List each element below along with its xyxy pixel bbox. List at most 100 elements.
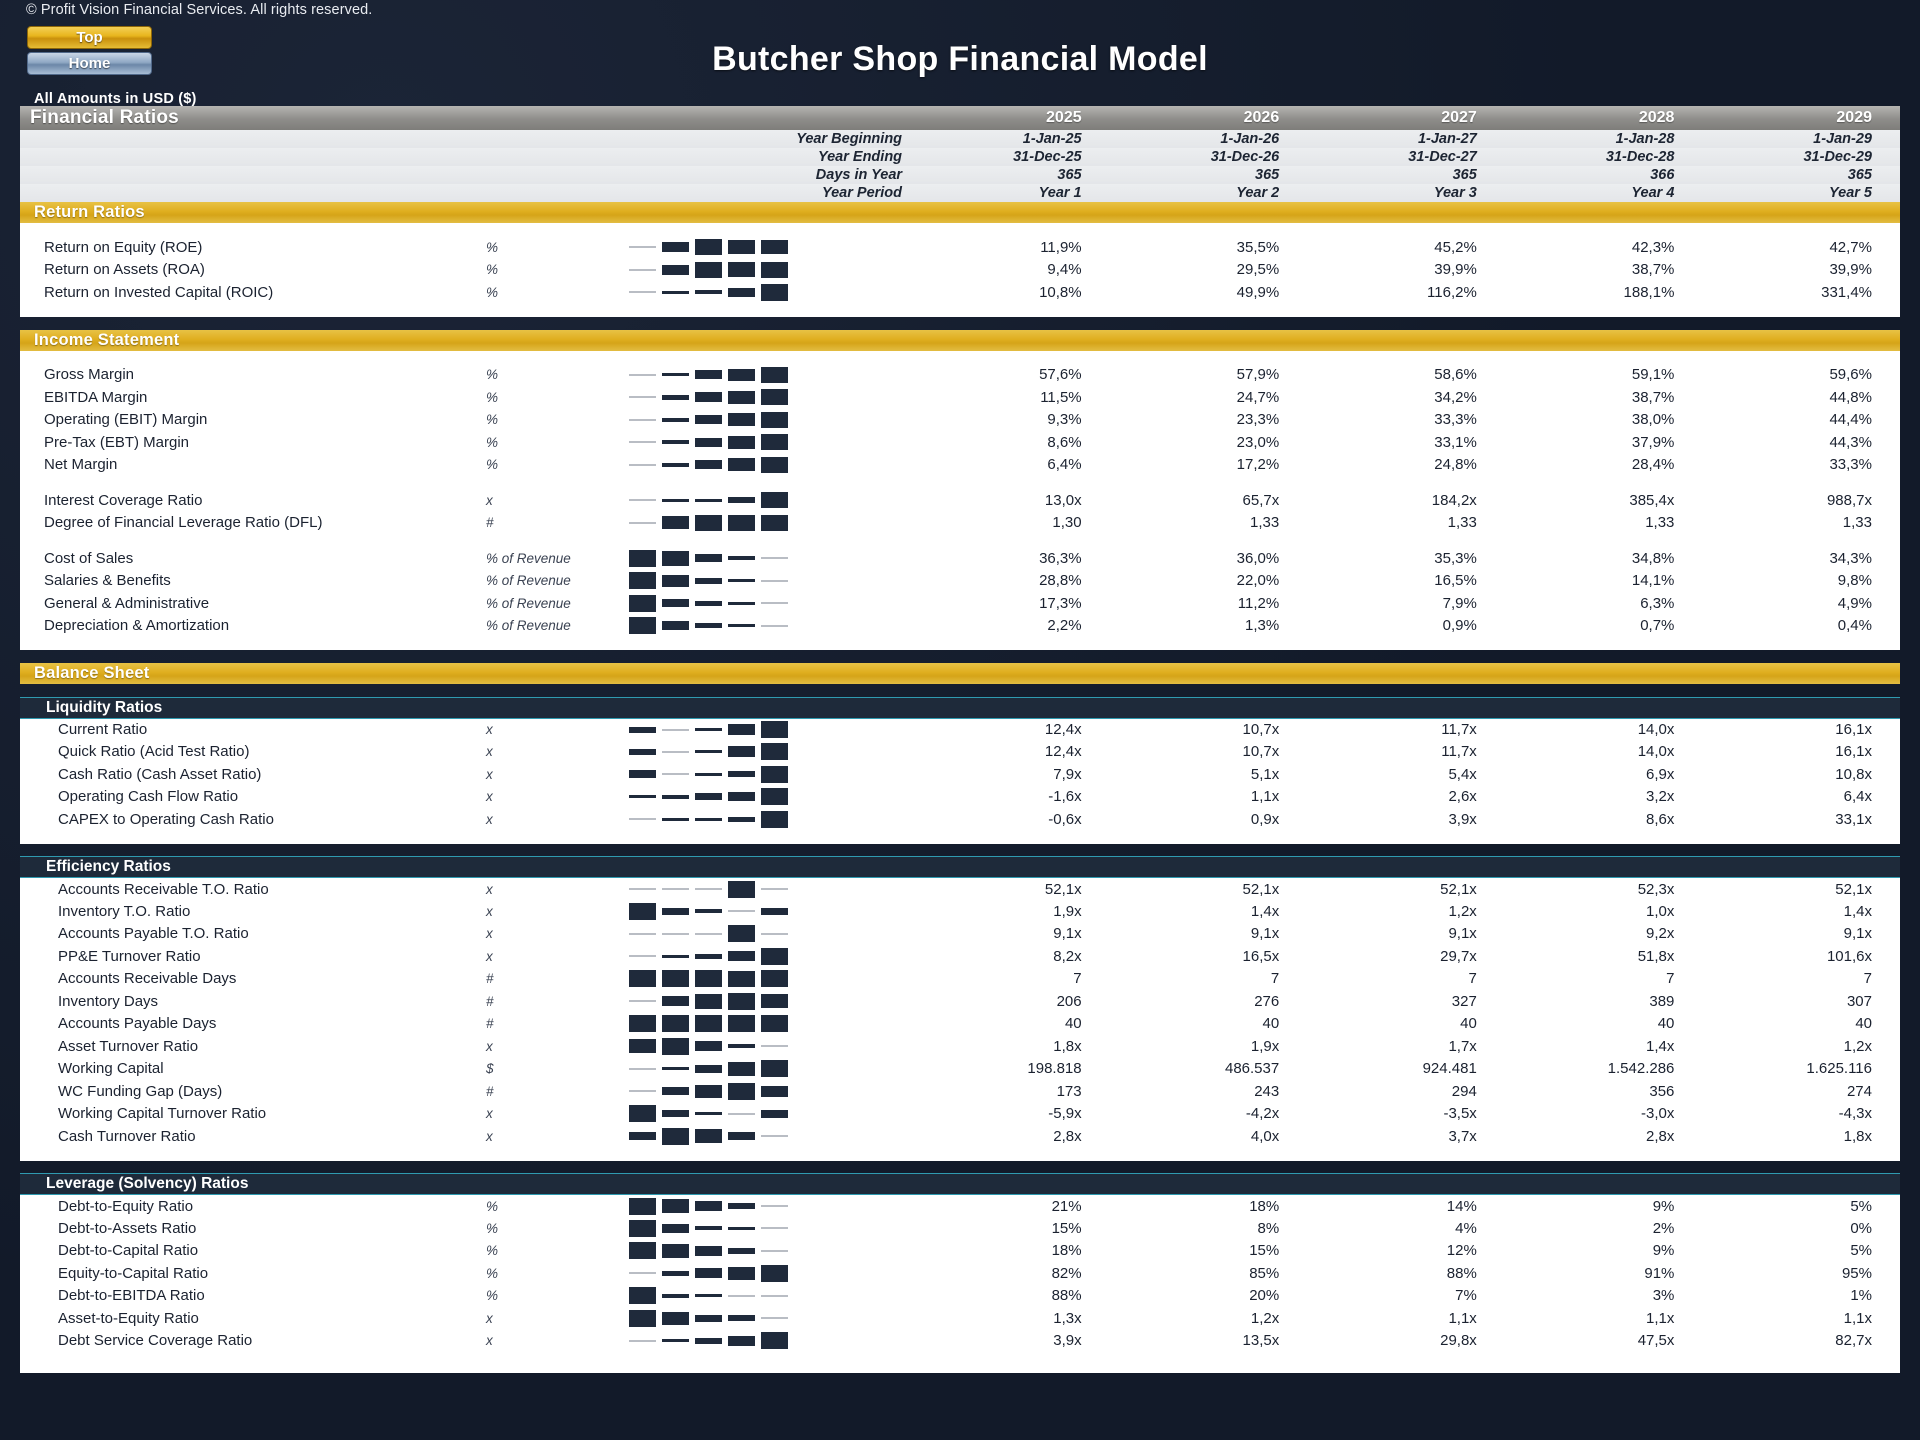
sparkline bbox=[625, 387, 834, 407]
table-row: Cash Ratio (Cash Asset Ratio) x 7,9x 5,1x 5,… bbox=[20, 763, 1900, 786]
row-value-2025: 6,4% bbox=[912, 453, 1110, 476]
sparkline-bar bbox=[662, 417, 689, 422]
sparkline-bar bbox=[728, 880, 755, 898]
row-value-2025: 9,1x bbox=[912, 922, 1110, 945]
sparkline-bar bbox=[761, 1085, 788, 1097]
sparkline-cell bbox=[625, 990, 840, 1013]
sparkline-bar bbox=[761, 283, 788, 301]
row-gap bbox=[840, 592, 913, 615]
row-value-2025: 173 bbox=[912, 1080, 1110, 1103]
sparkline-bar bbox=[662, 574, 689, 587]
row-value-2028: 2,8x bbox=[1504, 1125, 1703, 1148]
header-info-value: Year 4 bbox=[1504, 184, 1703, 202]
sparkline-cell bbox=[625, 569, 840, 592]
sparkline-bar bbox=[662, 1223, 689, 1233]
sparkline-cell bbox=[625, 1217, 840, 1240]
row-gap bbox=[840, 453, 913, 476]
row-unit: % bbox=[480, 408, 625, 431]
sparkline-bar bbox=[761, 557, 788, 560]
sparkline-cell bbox=[625, 511, 840, 534]
row-unit: x bbox=[480, 877, 625, 900]
sparkline-bar bbox=[761, 514, 788, 531]
table-row: EBITDA Margin% 11,5% 24,7% 34,2% 38,7% 44,8% bbox=[20, 386, 1900, 409]
row-value-2026: 11,2% bbox=[1109, 592, 1308, 615]
row-label: Return on Assets (ROA) bbox=[20, 258, 480, 281]
table-row: General & Administrative% of Revenue 17,3… bbox=[20, 592, 1900, 615]
sparkline-bar bbox=[662, 932, 689, 935]
row-label: WC Funding Gap (Days) bbox=[20, 1080, 480, 1103]
sparkline-bar bbox=[728, 556, 755, 561]
sparkline-bar bbox=[662, 1110, 689, 1118]
sparkline-bar bbox=[728, 910, 755, 913]
sparkline-bar bbox=[761, 1332, 788, 1350]
sparkline-cell bbox=[625, 1080, 840, 1103]
header-info-value: 31-Dec-29 bbox=[1702, 148, 1900, 166]
sparkline-bar bbox=[662, 888, 689, 890]
row-gap bbox=[840, 569, 913, 592]
sparkline-bar bbox=[629, 499, 656, 502]
row-value-2028: 91% bbox=[1504, 1262, 1703, 1285]
sparkline bbox=[625, 764, 834, 784]
sparkline-bar bbox=[728, 579, 755, 583]
sparkline bbox=[625, 1263, 834, 1283]
row-value-2027: 1,1x bbox=[1307, 1307, 1505, 1330]
row-value-2029: 40 bbox=[1702, 1012, 1900, 1035]
table-row: Equity-to-Capital Ratio% 82% 85% 88% 91% 95% bbox=[20, 1262, 1900, 1285]
sparkline-bar bbox=[662, 1293, 689, 1298]
sparkline bbox=[625, 1308, 834, 1328]
sparkline-bar bbox=[695, 888, 722, 890]
row-gap bbox=[840, 1012, 913, 1035]
table-row: PP&E Turnover Ratio x 8,2x 16,5x 29,7x 51,8x 1… bbox=[20, 945, 1900, 968]
row-value-2028: 3% bbox=[1504, 1284, 1703, 1307]
row-unit: x bbox=[480, 1329, 625, 1352]
sparkline-bar bbox=[629, 396, 656, 399]
sparkline-bar bbox=[629, 1039, 656, 1054]
row-value-2025: 1,30 bbox=[912, 511, 1110, 534]
row-value-2028: 14,0x bbox=[1504, 718, 1703, 741]
row-label: PP&E Turnover Ratio bbox=[20, 945, 480, 968]
sparkline bbox=[625, 432, 834, 452]
header-info-value: Year 5 bbox=[1702, 184, 1900, 202]
row-value-2026: 1,4x bbox=[1109, 900, 1308, 923]
header-info-value: 1-Jan-26 bbox=[1109, 130, 1308, 148]
row-unit: % bbox=[480, 453, 625, 476]
row-gap bbox=[840, 408, 913, 431]
row-label: Accounts Payable Days bbox=[20, 1012, 480, 1035]
spacer-row bbox=[20, 223, 1900, 236]
spacer-row bbox=[20, 844, 1900, 857]
table-row: Asset-to-Equity Ratio x 1,3x 1,2x 1,1x 1,1x 1,… bbox=[20, 1307, 1900, 1330]
row-value-2025: 9,4% bbox=[912, 258, 1110, 281]
row-unit: x bbox=[480, 900, 625, 923]
row-unit: % bbox=[480, 1217, 625, 1240]
row-value-2028: 1,33 bbox=[1504, 511, 1703, 534]
row-value-2027: 29,8x bbox=[1307, 1329, 1505, 1352]
spacer-cell bbox=[20, 1352, 1900, 1365]
row-value-2025: 7,9x bbox=[912, 763, 1110, 786]
sparkline bbox=[625, 1059, 834, 1079]
row-gap bbox=[840, 1217, 913, 1240]
row-value-2025: 12,4x bbox=[912, 718, 1110, 741]
row-gap bbox=[840, 258, 913, 281]
sparkline-bar bbox=[662, 516, 689, 530]
row-value-2025: -5,9x bbox=[912, 1102, 1110, 1125]
page-title: Butcher Shop Financial Model bbox=[712, 40, 1208, 78]
row-unit: x bbox=[480, 1035, 625, 1058]
row-label: Cost of Sales bbox=[20, 547, 480, 570]
row-value-2028: 14,1% bbox=[1504, 569, 1703, 592]
sparkline-cell bbox=[625, 592, 840, 615]
spacer-cell bbox=[20, 637, 1900, 650]
row-value-2028: 14,0x bbox=[1504, 740, 1703, 763]
header-info-value: Year 2 bbox=[1109, 184, 1308, 202]
row-value-2026: 52,1x bbox=[1109, 877, 1308, 900]
row-label: Return on Equity (ROE) bbox=[20, 236, 480, 259]
row-gap bbox=[840, 281, 913, 304]
row-gap bbox=[840, 1035, 913, 1058]
sparkline-bar bbox=[728, 435, 755, 449]
row-unit: x bbox=[480, 718, 625, 741]
row-gap bbox=[840, 967, 913, 990]
sparkline-bar bbox=[761, 888, 788, 890]
row-gap bbox=[840, 1125, 913, 1148]
sparkline bbox=[625, 879, 834, 899]
row-value-2027: 39,9% bbox=[1307, 258, 1505, 281]
row-value-2028: 6,9x bbox=[1504, 763, 1703, 786]
